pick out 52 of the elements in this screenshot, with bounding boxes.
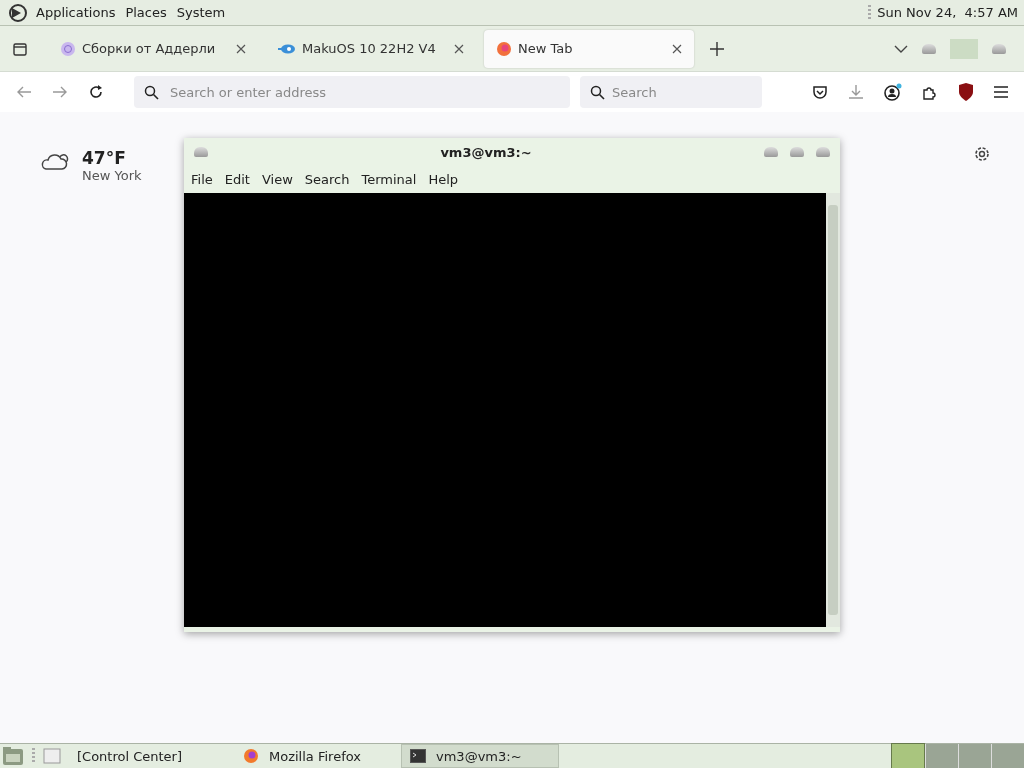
download-icon[interactable] xyxy=(848,84,864,100)
window-list-icon[interactable] xyxy=(43,748,61,764)
shield-icon[interactable] xyxy=(958,83,974,101)
taskbar-button[interactable]: [Control Center] xyxy=(69,744,227,768)
panel-menu[interactable]: Applications xyxy=(34,5,118,20)
menu-item[interactable]: Terminal xyxy=(361,172,417,187)
minimize-icon[interactable] xyxy=(922,43,936,54)
puzzle-icon[interactable] xyxy=(922,84,938,100)
folder-icon[interactable] xyxy=(2,746,24,766)
city-name: New York xyxy=(82,168,142,183)
close-tab-icon[interactable] xyxy=(236,43,246,54)
panel-menu[interactable]: Places xyxy=(123,5,169,20)
close-tab-icon[interactable] xyxy=(672,43,682,54)
browser-tab[interactable]: New Tab xyxy=(484,29,694,68)
terminal-icon xyxy=(410,749,426,763)
reload-icon[interactable] xyxy=(88,84,104,100)
taskbar-button[interactable]: vm3@vm3:~ xyxy=(401,744,559,768)
back-icon[interactable] xyxy=(16,85,32,99)
window-title: vm3@vm3:~ xyxy=(439,144,533,160)
temperature: 47°F xyxy=(82,148,127,168)
menu-icon[interactable] xyxy=(994,86,1008,98)
clock[interactable]: Sun Nov 24, 4:57 AM xyxy=(877,5,1018,20)
pocket-icon[interactable] xyxy=(812,84,828,100)
forward-icon[interactable] xyxy=(52,85,68,99)
menu-item[interactable]: File xyxy=(191,172,213,187)
handle-icon xyxy=(868,4,872,21)
search-field[interactable]: Search xyxy=(580,76,762,108)
workspace-button[interactable] xyxy=(891,743,925,768)
maximize-icon[interactable] xyxy=(790,147,804,157)
distro-logo-icon[interactable] xyxy=(8,2,28,23)
minimize-icon[interactable] xyxy=(764,147,778,157)
panel-menu[interactable]: System xyxy=(174,5,228,20)
close-icon[interactable] xyxy=(992,43,1006,54)
scrollbar[interactable] xyxy=(826,193,840,627)
browser-tab[interactable]: Сборки от Аддерли xyxy=(48,29,258,68)
address-field[interactable]: Search or enter address xyxy=(134,76,570,108)
new-tab-icon[interactable] xyxy=(710,41,724,56)
taskbar-button[interactable]: Mozilla Firefox xyxy=(235,744,393,768)
account-icon[interactable] xyxy=(884,83,902,101)
chevron-down-icon[interactable] xyxy=(894,44,908,53)
menu-item[interactable]: Help xyxy=(428,172,459,187)
menu-item[interactable]: Search xyxy=(304,172,350,187)
firefox-icon xyxy=(243,748,259,764)
handle-icon xyxy=(32,748,35,764)
menu-item[interactable]: View xyxy=(261,172,293,187)
firefox-icon xyxy=(496,40,512,57)
menu-item[interactable]: Edit xyxy=(224,172,250,187)
browser-tab[interactable]: MakuOS 10 22H2 V4 xyxy=(266,29,476,68)
settings-icon[interactable] xyxy=(973,145,991,163)
close-icon[interactable] xyxy=(816,147,830,157)
close-tab-icon[interactable] xyxy=(454,43,464,54)
tab-list-icon[interactable] xyxy=(12,40,28,57)
